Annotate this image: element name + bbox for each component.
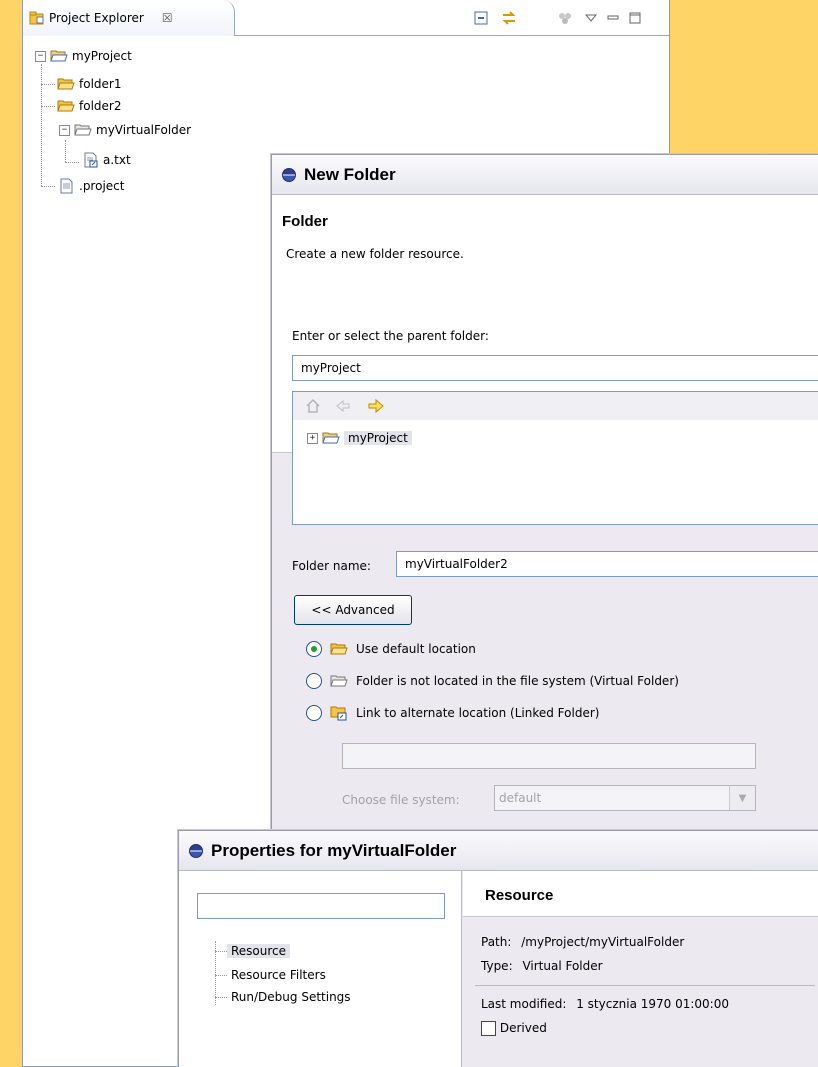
collapse-all-icon[interactable] [473,10,489,26]
radio-button[interactable] [306,641,322,657]
virtual-folder-icon [330,675,348,687]
option-virtual-folder[interactable]: Folder is not located in the file system… [306,671,679,691]
dialog-titlebar[interactable]: New Folder [272,155,818,195]
expand-toggle[interactable]: + [307,432,318,444]
properties-dialog: Properties for myVirtualFolder Resource … [178,830,818,1067]
derived-row[interactable]: Derived [481,1021,547,1036]
dialog-titlebar[interactable]: Properties for myVirtualFolder [179,831,818,871]
nav-item-label: Run/Debug Settings [231,990,351,1004]
path-value: /myProject/myVirtualFolder [521,935,685,949]
folder-name-input[interactable]: myVirtualFolder2 [396,551,818,577]
last-modified-label: Last modified: [481,997,567,1011]
nav-item-label: Resource Filters [231,968,326,982]
radio-button[interactable] [306,705,322,721]
tree-item-project-file[interactable]: .project [59,176,124,196]
folder-name-label: Folder name: [292,559,371,573]
tree-item-folder1[interactable]: folder1 [57,74,121,94]
tree-item-label: folder2 [79,99,122,113]
back-arrow-icon[interactable] [335,398,351,414]
filter-input[interactable] [197,893,445,919]
tree-item-a-txt[interactable]: a.txt [83,150,131,170]
nav-item-run-debug-settings[interactable]: Run/Debug Settings [231,987,351,1007]
folder-icon [57,100,75,112]
section-header: Resource [463,871,818,917]
divider [475,985,815,986]
properties-nav-pane: Resource Resource Filters Run/Debug Sett… [179,871,462,1067]
header-description: Create a new folder resource. [286,247,464,261]
folder-icon [330,643,348,655]
last-modified-row: Last modified: 1 stycznia 1970 01:00:00 [481,997,729,1011]
close-icon[interactable]: ☒ [162,11,173,25]
parent-folder-label: Enter or select the parent folder: [292,329,489,343]
view-tab-bar: Project Explorer ☒ [23,0,669,36]
location-input[interactable] [342,743,756,769]
choose-file-system-label: Choose file system: [342,793,460,807]
home-icon[interactable] [305,398,321,414]
eclipse-icon [189,843,203,858]
link-with-editor-icon[interactable] [501,10,517,26]
derived-label: Derived [499,1021,547,1035]
collapse-toggle[interactable]: − [59,124,70,136]
folder-icon [57,78,75,90]
view-menu-icon[interactable] [583,10,599,26]
parent-folder-tree[interactable]: + myProject [292,391,818,525]
filter-icon[interactable] [557,10,573,26]
file-icon [60,178,73,194]
nav-item-resource-filters[interactable]: Resource Filters [231,965,326,985]
dialog-title: New Folder [304,164,396,184]
parent-folder-value: myProject [301,361,361,375]
dialog-title: Properties for myVirtualFolder [211,840,457,860]
tab-label: Project Explorer [49,11,144,25]
tree-item-label: a.txt [103,153,131,167]
option-label: Folder is not located in the file system… [356,674,679,688]
tree-nav-bar [293,392,818,420]
tree-item-myproject[interactable]: − myProject [35,46,132,66]
section-title: Resource [485,887,554,904]
parent-folder-input[interactable]: myProject [292,355,818,381]
resource-properties-pane: Resource Path: /myProject/myVirtualFolde… [463,871,818,1067]
nav-item-label: Resource [227,944,291,958]
radio-button[interactable] [306,673,322,689]
option-default-location[interactable]: Use default location [306,639,476,659]
nav-item-resource[interactable]: Resource [227,941,291,961]
forward-arrow-icon[interactable] [367,398,385,414]
type-label: Type: [481,959,513,973]
project-explorer-icon [29,11,44,25]
linked-file-icon [84,152,98,168]
folder-open-icon [322,432,340,444]
derived-checkbox[interactable] [481,1021,496,1036]
tree-item-label: myVirtualFolder [96,123,192,137]
tree-item-myvirtualfolder[interactable]: − myVirtualFolder [59,120,191,140]
last-modified-value: 1 stycznia 1970 01:00:00 [576,997,729,1011]
folder-open-icon [50,50,68,62]
option-label: Use default location [356,642,476,656]
tree-item-myproject[interactable]: + myProject [307,428,412,448]
advanced-button[interactable]: << Advanced [294,595,412,625]
tree-item-label: myProject [344,431,412,445]
tab-project-explorer[interactable]: Project Explorer ☒ [23,0,235,36]
tree-item-folder2[interactable]: folder2 [57,96,121,116]
virtual-folder-icon [74,124,92,136]
collapse-toggle[interactable]: − [35,50,46,62]
path-row: Path: /myProject/myVirtualFolder [481,935,684,949]
option-linked-folder[interactable]: Link to alternate location (Linked Folde… [306,703,599,723]
new-folder-dialog: New Folder Folder Create a new folder re… [271,154,818,874]
type-value: Virtual Folder [522,959,603,973]
header-title: Folder [282,213,328,230]
minimize-icon[interactable] [605,10,621,26]
maximize-icon[interactable] [627,10,643,26]
type-row: Type: Virtual Folder [481,959,603,973]
option-label: Link to alternate location (Linked Folde… [356,706,600,720]
file-system-combo[interactable]: default ▼ [494,785,756,811]
eclipse-icon [282,167,296,182]
path-label: Path: [481,935,512,949]
tree-item-label: myProject [72,49,132,63]
tree-item-label: folder1 [79,77,122,91]
folder-name-value: myVirtualFolder2 [405,557,508,571]
file-system-value: default [499,791,542,805]
linked-folder-icon [330,706,347,721]
tree-item-label: .project [79,179,125,193]
chevron-down-icon[interactable]: ▼ [729,786,755,810]
